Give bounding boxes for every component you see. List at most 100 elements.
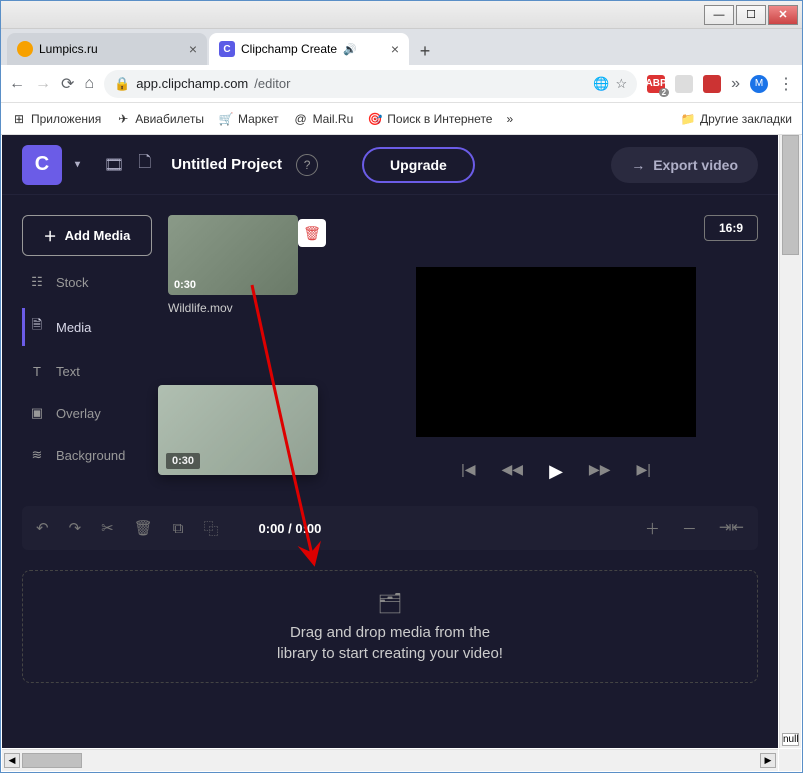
media-filename: Wildlife.mov: [168, 301, 338, 315]
play-icon[interactable]: ▶: [549, 461, 563, 482]
copy-icon[interactable]: ⿻: [204, 518, 219, 539]
tab-clipchamp[interactable]: C Clipchamp Create 🔊 ×: [209, 33, 409, 65]
bookmarks-overflow[interactable]: »: [506, 112, 513, 126]
sidebar-item-text[interactable]: TText: [22, 356, 152, 387]
undo-icon[interactable]: ↶: [36, 519, 49, 537]
timeline-dropzone[interactable]: 🗂 Drag and drop media from the library t…: [22, 570, 758, 683]
forward-icon[interactable]: →: [35, 75, 51, 93]
favicon-icon: C: [219, 41, 235, 57]
scrollbar-thumb[interactable]: [782, 135, 799, 255]
skip-start-icon[interactable]: |◀: [461, 461, 475, 482]
cut-icon[interactable]: ✂: [101, 519, 114, 537]
horizontal-scrollbar[interactable]: ◀ ▶: [2, 749, 778, 771]
scroll-right-icon[interactable]: ▶: [760, 753, 776, 768]
player-controls: |◀ ◀◀ ▶ ▶▶ ▶|: [354, 461, 758, 482]
window-close-button[interactable]: [768, 5, 798, 25]
fit-icon[interactable]: ⇥⇤: [719, 518, 744, 539]
skip-end-icon[interactable]: ▶|: [636, 461, 650, 482]
extension-pdf-icon[interactable]: [703, 75, 721, 93]
tab-lumpics[interactable]: Lumpics.ru ×: [7, 33, 207, 65]
menu-icon[interactable]: ⋮: [778, 74, 794, 94]
cart-icon: 🛒: [218, 111, 234, 127]
lock-icon: 🔒: [114, 76, 130, 92]
extensions-overflow-icon[interactable]: »: [731, 75, 740, 93]
profile-avatar[interactable]: M: [750, 75, 768, 93]
scrollbar-thumb[interactable]: [22, 753, 82, 768]
scroll-corner: [779, 749, 801, 771]
media-duration: 0:30: [166, 453, 200, 469]
media-cards-icon: 🗂: [43, 591, 737, 616]
folder-icon: 📁: [680, 111, 696, 127]
bookmark-apps[interactable]: ⊞Приложения: [11, 111, 101, 127]
tab-close-icon[interactable]: ×: [391, 41, 399, 57]
sidebar-item-media[interactable]: 🗎Media: [22, 308, 152, 346]
project-title[interactable]: Untitled Project: [171, 156, 282, 173]
trash-icon: 🗑: [303, 225, 321, 242]
null-label: null: [782, 733, 799, 746]
browser-tabbar: Lumpics.ru × C Clipchamp Create 🔊 × +: [1, 29, 802, 65]
help-icon[interactable]: ?: [296, 154, 318, 176]
aspect-ratio-button[interactable]: 16:9: [704, 215, 758, 241]
media-thumbnail[interactable]: 🗑 0:30: [168, 215, 298, 295]
sidebar-item-stock[interactable]: ☷Stock: [22, 266, 152, 298]
scroll-left-icon[interactable]: ◀: [4, 753, 20, 768]
bookmark-search[interactable]: 🎯Поиск в Интернете: [367, 111, 492, 127]
bookmark-mailru[interactable]: @Mail.Ru: [293, 111, 354, 127]
bookmark-aviasales[interactable]: ✈Авиабилеты: [115, 111, 204, 127]
dropzone-text-2: library to start creating your video!: [43, 645, 737, 662]
window-maximize-button[interactable]: [736, 5, 766, 25]
back-icon[interactable]: ←: [9, 75, 25, 93]
add-media-button[interactable]: ＋Add Media: [22, 215, 152, 256]
video-preview[interactable]: [416, 267, 696, 437]
extension-icon[interactable]: [675, 75, 693, 93]
url-input[interactable]: 🔒 app.clipchamp.com/editor 🌐 ☆: [104, 70, 637, 98]
tab-title: Lumpics.ru: [39, 42, 98, 56]
app-clipchamp: C▾ 🎞 🗋 Untitled Project ? Upgrade →Expor…: [2, 135, 778, 748]
new-tab-button[interactable]: +: [411, 37, 439, 65]
url-domain: app.clipchamp.com: [136, 76, 248, 91]
duplicate-icon[interactable]: ⧉: [173, 520, 184, 537]
app-logo[interactable]: C▾: [22, 145, 62, 185]
box-icon: ☷: [28, 274, 46, 290]
window-titlebar: [1, 1, 802, 29]
forward-icon[interactable]: ▶▶: [589, 461, 611, 482]
preview-area: 16:9 |◀ ◀◀ ▶ ▶▶ ▶|: [354, 215, 758, 482]
target-icon: 🎯: [367, 111, 383, 127]
chevron-down-icon: ▾: [75, 159, 80, 170]
redo-icon[interactable]: ↷: [69, 519, 82, 537]
vertical-scrollbar[interactable]: null: [779, 135, 801, 748]
upgrade-button[interactable]: Upgrade: [362, 147, 475, 183]
dropzone-text-1: Drag and drop media from the: [43, 624, 737, 641]
layers-icon: ≋: [28, 447, 46, 463]
window-minimize-button[interactable]: [704, 5, 734, 25]
file-icon[interactable]: 🗋: [138, 151, 151, 178]
sidebar-item-overlay[interactable]: ▣Overlay: [22, 397, 152, 429]
export-button[interactable]: →Export video: [611, 147, 758, 183]
delete-icon[interactable]: 🗑: [134, 519, 153, 537]
apps-icon: ⊞: [11, 111, 27, 127]
media-duration: 0:30: [174, 279, 196, 291]
rewind-icon[interactable]: ◀◀: [502, 461, 524, 482]
reload-icon[interactable]: ⟳: [61, 74, 74, 94]
bookmarks-bar: ⊞Приложения ✈Авиабилеты 🛒Маркет @Mail.Ru…: [1, 103, 802, 135]
tab-close-icon[interactable]: ×: [189, 41, 197, 57]
tab-audio-icon[interactable]: 🔊: [343, 43, 357, 56]
translate-icon[interactable]: 🌐: [593, 76, 609, 92]
zoom-out-icon[interactable]: －: [682, 518, 697, 539]
plane-icon: ✈: [115, 111, 131, 127]
delete-media-button[interactable]: 🗑: [298, 219, 326, 247]
sidebar: ＋Add Media ☷Stock 🗎Media TText ▣Overlay …: [22, 215, 152, 482]
zoom-in-icon[interactable]: ＋: [645, 518, 660, 539]
url-path: /editor: [254, 76, 290, 91]
home-icon[interactable]: ⌂: [84, 75, 94, 93]
video-icon[interactable]: 🎞: [104, 155, 124, 175]
bookmark-other[interactable]: 📁Другие закладки: [680, 111, 792, 127]
at-icon: @: [293, 111, 309, 127]
extension-abp-icon[interactable]: ABP2: [647, 75, 665, 93]
drag-ghost-thumbnail: 0:30: [158, 385, 318, 475]
plus-icon: ＋: [44, 226, 57, 245]
sidebar-item-background[interactable]: ≋Background: [22, 439, 152, 471]
text-icon: T: [28, 364, 46, 379]
bookmark-market[interactable]: 🛒Маркет: [218, 111, 279, 127]
favorite-icon[interactable]: ☆: [615, 76, 627, 92]
